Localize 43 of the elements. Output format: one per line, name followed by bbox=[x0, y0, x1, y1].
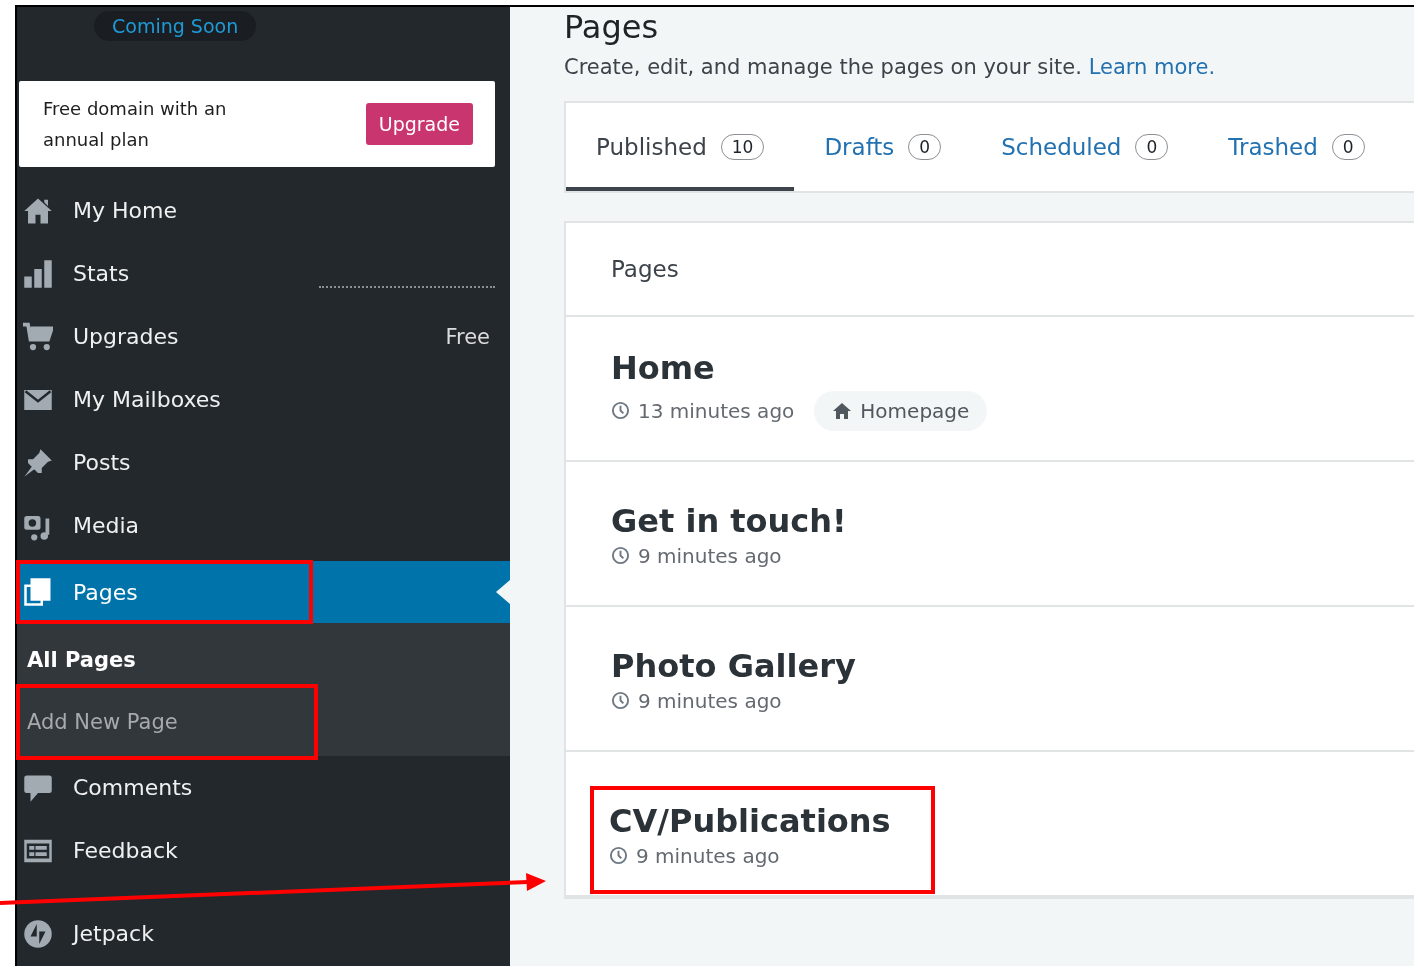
submenu-item[interactable]: Add New Page bbox=[17, 685, 317, 759]
list-heading: Pages bbox=[566, 223, 1414, 317]
submenu-item[interactable]: All Pages bbox=[17, 645, 510, 675]
sidebar-item[interactable]: Stats bbox=[17, 242, 510, 305]
sidebar-item[interactable]: Pages bbox=[17, 561, 312, 623]
page-description: Create, edit, and manage the pages on your site. Learn more. bbox=[564, 55, 1217, 79]
sidebar-item[interactable]: Feedback bbox=[17, 819, 510, 882]
sidebar-item[interactable]: Jetpack bbox=[17, 902, 510, 965]
tab[interactable]: Trashed 0 bbox=[1198, 103, 1395, 191]
site-status-badge: Coming Soon bbox=[94, 11, 257, 41]
home-icon bbox=[832, 400, 853, 421]
modified-time: 9 minutes ago bbox=[638, 543, 782, 568]
page-title-link[interactable]: Photo Gallery bbox=[611, 644, 856, 687]
tab[interactable]: Scheduled 0 bbox=[971, 103, 1199, 191]
sidebar-item[interactable]: Media bbox=[17, 494, 510, 557]
modified-time: 9 minutes ago bbox=[638, 688, 782, 713]
bar-chart-icon bbox=[23, 258, 53, 289]
promo-text: Free domain with an annual plan bbox=[43, 97, 228, 152]
sidebar-item[interactable]: Posts bbox=[17, 431, 510, 494]
clock-icon bbox=[611, 691, 630, 710]
sidebar-item[interactable]: My Mailboxes bbox=[17, 368, 510, 431]
clock-icon bbox=[611, 401, 630, 420]
clock-icon bbox=[611, 546, 630, 565]
clock-icon bbox=[609, 846, 628, 865]
modified-time: 9 minutes ago bbox=[636, 843, 780, 868]
cart-icon bbox=[23, 321, 53, 352]
pages-icon bbox=[23, 577, 53, 607]
homepage-tag: Homepage bbox=[814, 390, 988, 431]
page-title: Pages bbox=[564, 7, 660, 47]
page-title-link[interactable]: Home bbox=[611, 346, 988, 389]
sidebar-item[interactable]: Upgrades Free bbox=[17, 305, 510, 368]
modified-time: 13 minutes ago bbox=[638, 398, 795, 423]
page-title-link[interactable]: Get in touch! bbox=[611, 499, 847, 542]
sidebar-item[interactable]: My Home bbox=[17, 179, 510, 242]
upgrade-button[interactable]: Upgrade bbox=[365, 103, 473, 145]
pushpin-icon bbox=[23, 447, 53, 478]
tab[interactable]: Drafts 0 bbox=[794, 103, 972, 191]
learn-more-link[interactable]: Learn more. bbox=[1088, 55, 1216, 79]
selection-notch bbox=[496, 580, 510, 604]
page-title-link[interactable]: CV/Publications bbox=[609, 799, 891, 842]
bolt-circle-icon bbox=[23, 918, 53, 949]
tab[interactable]: Published 10 bbox=[566, 103, 795, 191]
sidebar-item[interactable]: Comments bbox=[17, 756, 510, 819]
